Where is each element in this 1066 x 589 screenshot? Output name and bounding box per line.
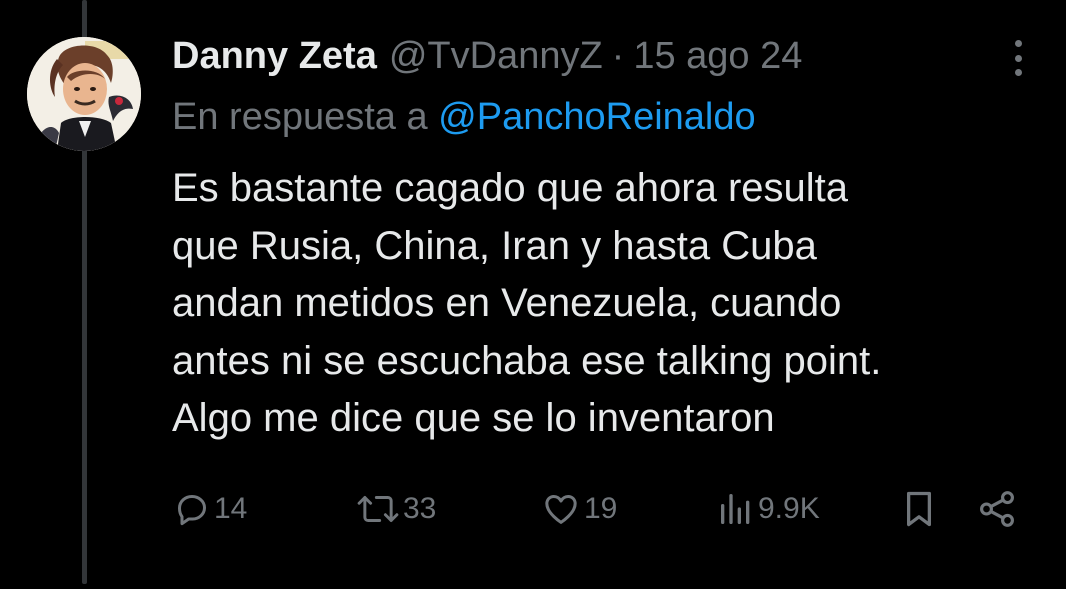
avatar[interactable] xyxy=(27,37,141,151)
like-button[interactable]: 19 xyxy=(540,484,617,534)
more-icon[interactable] xyxy=(1008,40,1028,76)
share-icon xyxy=(980,491,1014,527)
bookmark-icon xyxy=(906,491,932,527)
tweet-text: Es bastante cagado que ahora resulta que… xyxy=(172,166,882,440)
share-button[interactable] xyxy=(976,484,1018,534)
views-count: 9.9K xyxy=(758,492,820,525)
repost-count: 33 xyxy=(403,492,437,525)
author-name[interactable]: Danny Zeta xyxy=(172,35,377,78)
reply-context: En respuesta a @PanchoReinaldo xyxy=(172,96,756,139)
tweet-date[interactable]: 15 ago 24 xyxy=(633,35,802,78)
reply-prefix: En respuesta a xyxy=(172,96,428,138)
action-bar: 14 33 19 9.9K xyxy=(0,484,1066,534)
views-button[interactable]: 9.9K xyxy=(716,484,820,534)
views-icon xyxy=(721,494,750,524)
reply-mention-link[interactable]: @PanchoReinaldo xyxy=(438,96,755,138)
separator-dot: · xyxy=(611,34,625,77)
like-count: 19 xyxy=(584,492,618,525)
author-handle[interactable]: @TvDannyZ xyxy=(389,35,603,78)
reply-icon xyxy=(178,495,206,526)
avatar-image xyxy=(27,37,141,151)
reply-button[interactable]: 14 xyxy=(172,484,247,534)
tweet-header: Danny Zeta @TvDannyZ · 15 ago 24 xyxy=(172,34,802,78)
repost-icon xyxy=(357,496,399,522)
heart-icon xyxy=(545,495,577,524)
repost-button[interactable]: 33 xyxy=(355,484,436,534)
reply-count: 14 xyxy=(214,492,248,525)
bookmark-button[interactable] xyxy=(900,484,938,534)
